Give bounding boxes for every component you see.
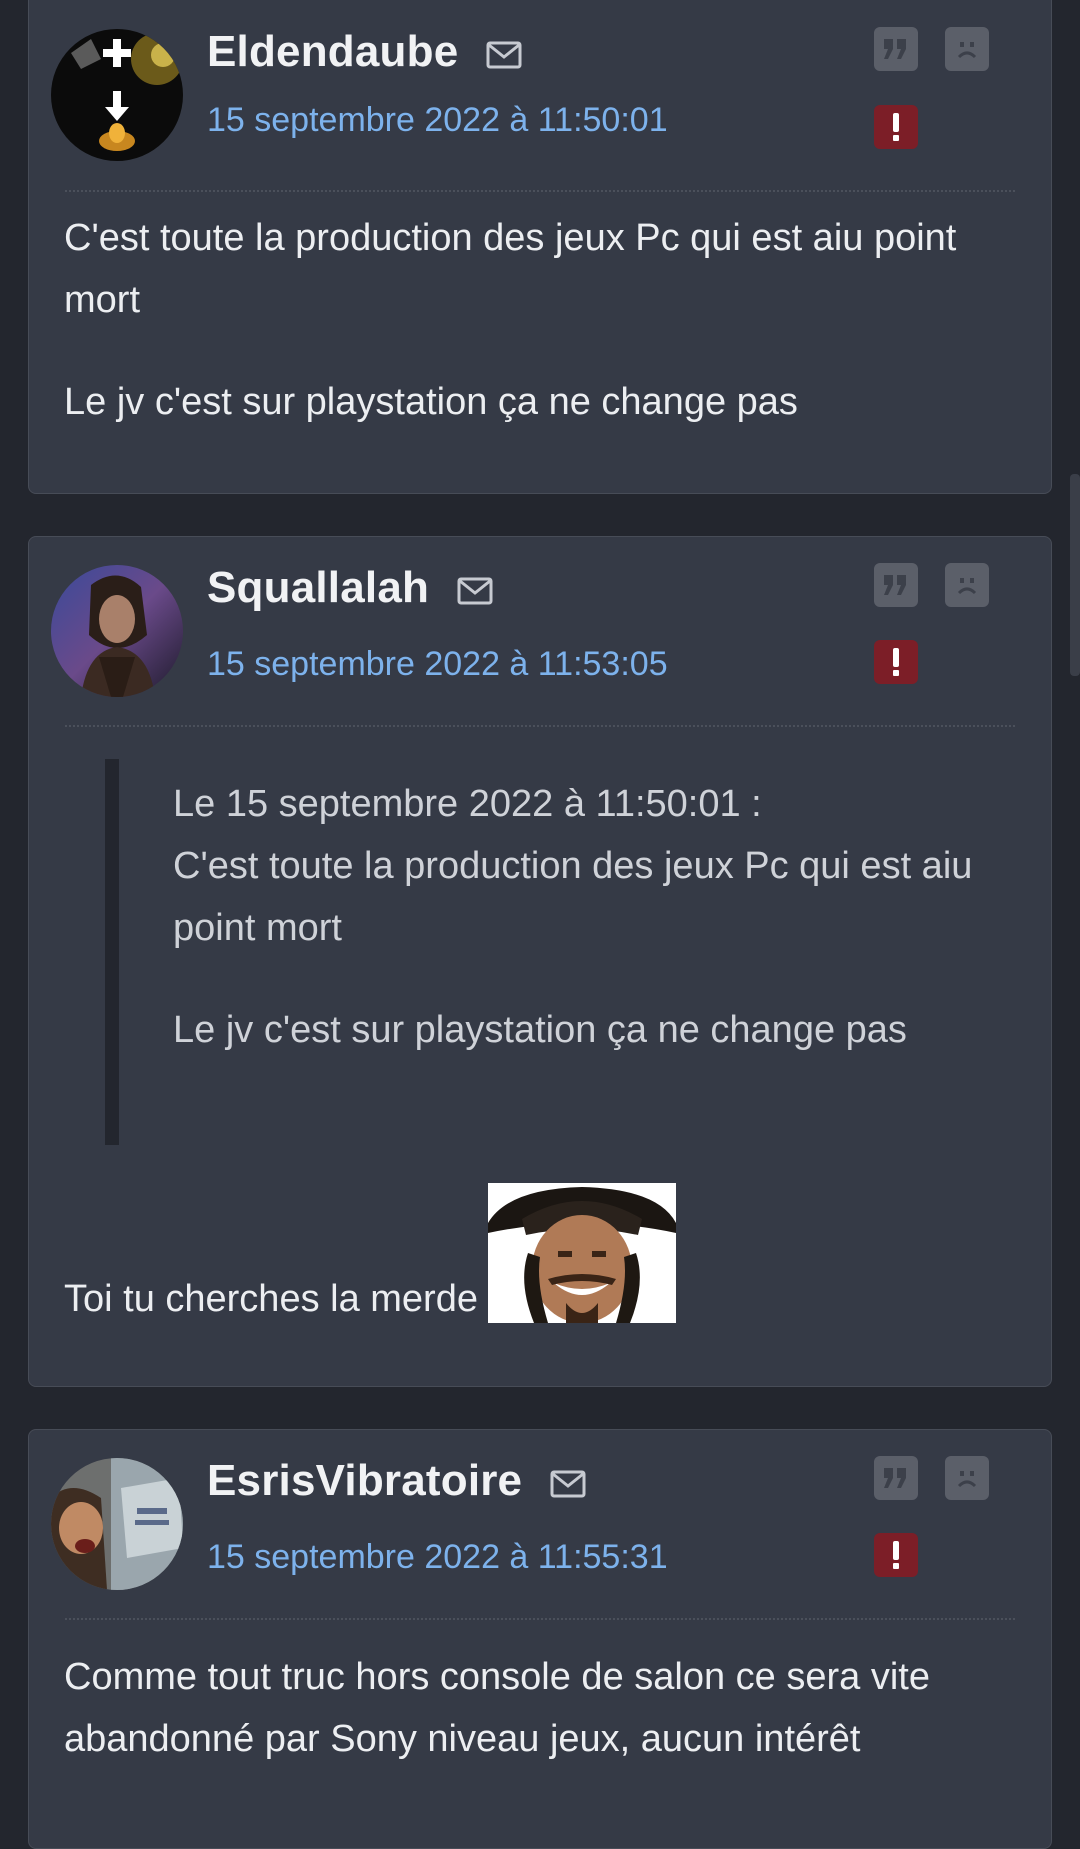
- avatar-image: [51, 1458, 183, 1590]
- reaction-button[interactable]: [945, 1456, 989, 1500]
- post-paragraph: Comme tout truc hors console de salon ce…: [64, 1656, 930, 1760]
- quoted-message: Le 15 septembre 2022 à 11:50:01 : C'est …: [105, 759, 985, 1145]
- sad-face-icon: [957, 1471, 977, 1488]
- envelope-icon[interactable]: [486, 41, 522, 69]
- post-date[interactable]: 15 septembre 2022 à 11:50:01: [207, 101, 668, 140]
- post-paragraph: C'est toute la production des jeux Pc qu…: [64, 217, 957, 321]
- quote-icon: [884, 575, 906, 595]
- report-button[interactable]: [874, 1533, 918, 1577]
- post-divider: [65, 190, 1015, 192]
- author-name[interactable]: Eldendaube: [207, 27, 458, 77]
- author-row: Squallalah: [207, 563, 493, 613]
- author-row: EsrisVibratoire: [207, 1456, 586, 1506]
- quote-bar: [105, 759, 119, 1145]
- report-icon: [893, 113, 899, 141]
- avatar[interactable]: [51, 29, 183, 161]
- report-button[interactable]: [874, 105, 918, 149]
- envelope-icon[interactable]: [457, 577, 493, 605]
- sad-face-icon: [957, 578, 977, 595]
- quote-content: Le 15 septembre 2022 à 11:50:01 : C'est …: [173, 773, 985, 1061]
- avatar-image: [51, 565, 183, 697]
- author-name[interactable]: EsrisVibratoire: [207, 1456, 522, 1506]
- sad-face-icon: [957, 42, 977, 59]
- forum-post: Eldendaube 15 septembre 2022 à 11:50:01: [28, 0, 1052, 494]
- post-content: C'est toute la production des jeux Pc qu…: [64, 207, 1001, 433]
- avatar-image: [51, 29, 183, 161]
- report-icon: [893, 1541, 899, 1569]
- report-icon: [893, 648, 899, 676]
- reaction-button[interactable]: [945, 563, 989, 607]
- avatar[interactable]: [51, 565, 183, 697]
- quote-icon: [884, 39, 906, 59]
- post-paragraph: Toi tu cherches la merde: [64, 1278, 478, 1320]
- post-divider: [65, 1618, 1015, 1620]
- scrollbar[interactable]: [1070, 474, 1080, 676]
- author-row: Eldendaube: [207, 27, 522, 77]
- post-divider: [65, 725, 1015, 727]
- reaction-button[interactable]: [945, 27, 989, 71]
- post-paragraph: Le jv c'est sur playstation ça ne change…: [64, 381, 798, 423]
- quote-paragraph: Le jv c'est sur playstation ça ne change…: [173, 1009, 907, 1051]
- quote-button[interactable]: [874, 563, 918, 607]
- forum-post: Squallalah 15 septembre 2022 à 11:53:05: [28, 536, 1052, 1387]
- author-name[interactable]: Squallalah: [207, 563, 429, 613]
- quote-icon: [884, 1468, 906, 1488]
- quote-button[interactable]: [874, 27, 918, 71]
- sticker-image[interactable]: [487, 1183, 676, 1323]
- post-date[interactable]: 15 septembre 2022 à 11:55:31: [207, 1538, 668, 1577]
- quote-paragraph: C'est toute la production des jeux Pc qu…: [173, 845, 973, 949]
- quote-header: Le 15 septembre 2022 à 11:50:01 :: [173, 783, 762, 825]
- forum-post: EsrisVibratoire 15 septembre 2022 à 11:5…: [28, 1429, 1052, 1849]
- post-content: Comme tout truc hors console de salon ce…: [64, 1646, 1001, 1770]
- quote-button[interactable]: [874, 1456, 918, 1500]
- envelope-icon[interactable]: [550, 1470, 586, 1498]
- report-button[interactable]: [874, 640, 918, 684]
- forum-feed: Eldendaube 15 septembre 2022 à 11:50:01: [0, 0, 1080, 1849]
- post-content: Toi tu cherches la merde: [64, 1183, 676, 1323]
- post-date[interactable]: 15 septembre 2022 à 11:53:05: [207, 645, 668, 684]
- avatar[interactable]: [51, 1458, 183, 1590]
